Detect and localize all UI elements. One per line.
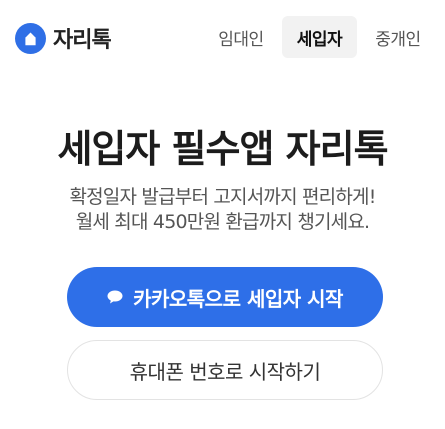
chat-bubble-icon: [107, 285, 123, 309]
hero-title: 세입자 필수앱 자리톡: [57, 127, 388, 171]
tab-agent[interactable]: 중개인: [362, 16, 434, 58]
brand-logo[interactable]: 자리톡: [15, 22, 112, 54]
kakao-start-label: 카카오톡으로 세입자 시작: [133, 286, 343, 311]
kakao-start-button[interactable]: 카카오톡으로 세입자 시작: [67, 267, 383, 327]
hero-subtitle-line-2: 월세 최대 450만원 환급까지 챙기세요.: [75, 211, 370, 233]
hero-subtitle-line-1: 확정일자 발급부터 고지서까지 편리하게!: [69, 186, 376, 208]
brand-name: 자리톡: [53, 28, 112, 53]
top-nav: 자리톡 임대인 세입자 중개인: [0, 0, 445, 74]
house-icon: [15, 22, 46, 54]
tab-landlord[interactable]: 임대인: [206, 16, 276, 58]
phone-start-label: 휴대폰 번호로 시작하기: [129, 359, 321, 384]
tab-tenant[interactable]: 세입자: [282, 16, 357, 58]
phone-start-button[interactable]: 휴대폰 번호로 시작하기: [67, 340, 383, 400]
